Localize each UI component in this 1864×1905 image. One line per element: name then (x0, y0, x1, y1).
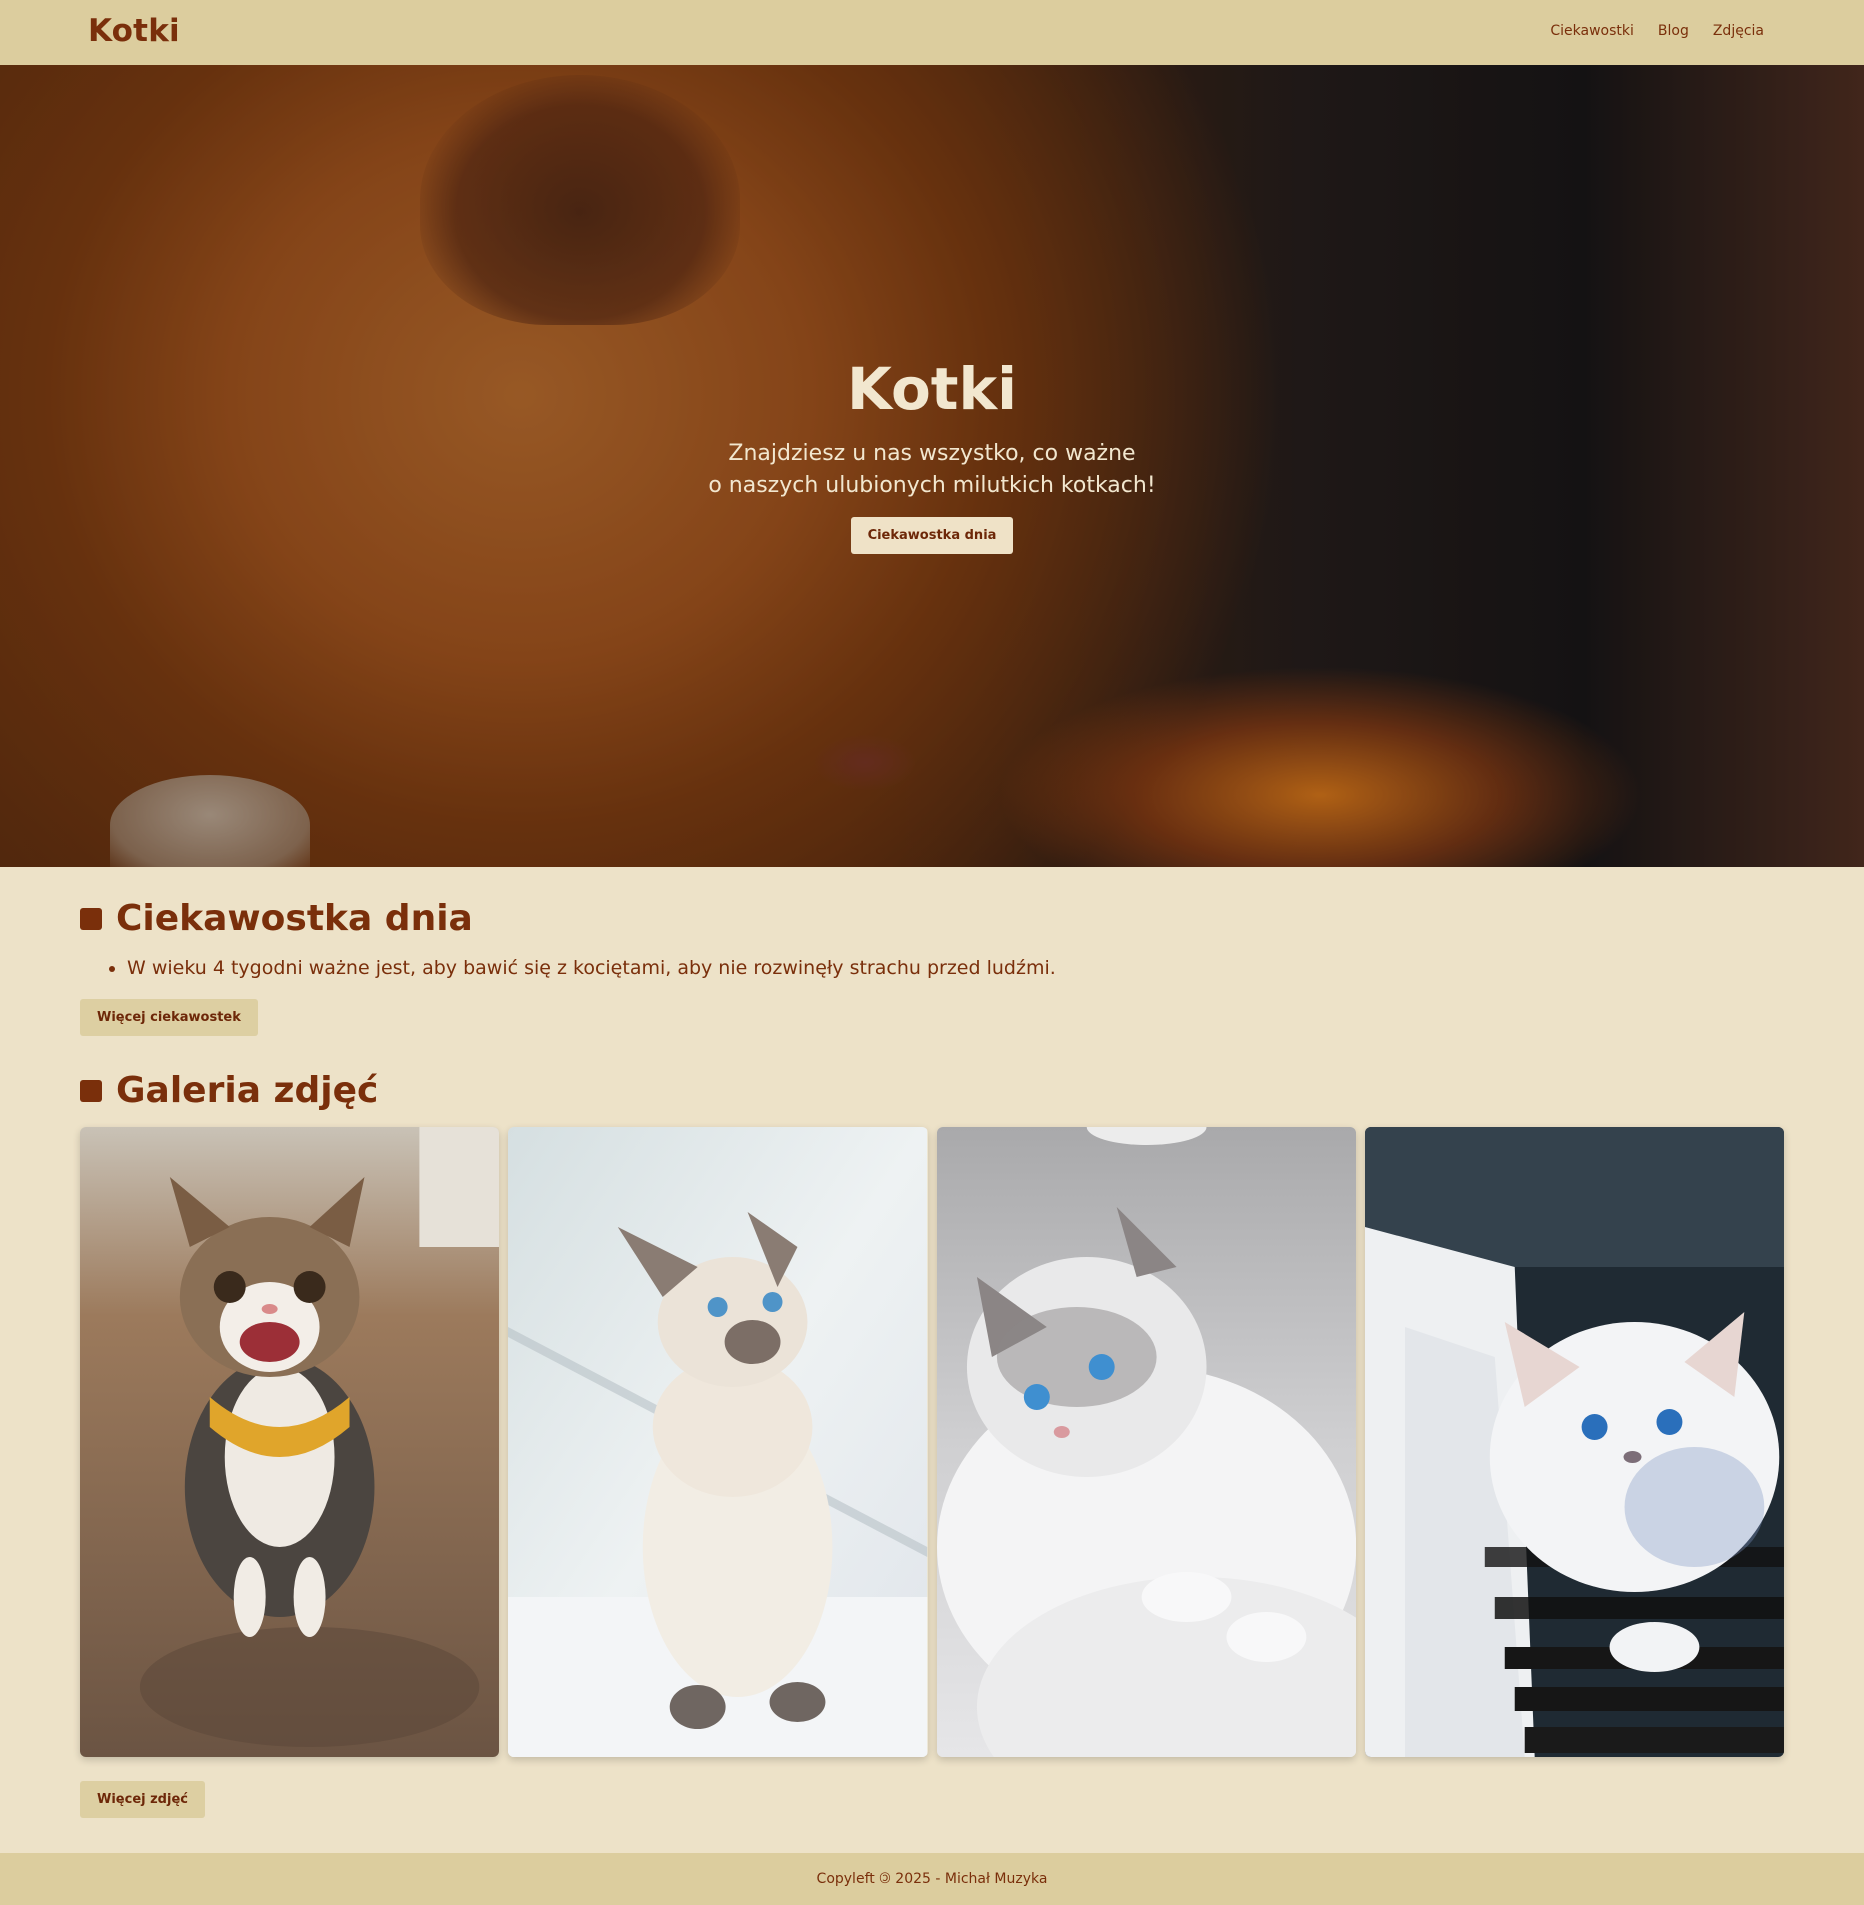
siamese-kitten-image (508, 1127, 928, 1757)
hero-title: Kotki (847, 355, 1017, 423)
gallery-photo-fluffy-cat[interactable] (936, 1127, 1356, 1757)
gallery-section-title: Galeria zdjęć (116, 1070, 379, 1111)
nav-link-blog[interactable]: Blog (1658, 23, 1689, 39)
nav-link-ciekawostki[interactable]: Ciekawostki (1550, 23, 1634, 39)
tabby-cat-image (80, 1127, 500, 1757)
section-square-icon (80, 1079, 102, 1102)
hero-subtitle-line-1: Znajdziesz u nas wszystko, co ważne (728, 441, 1136, 466)
gallery-photo-tabby-cat[interactable] (80, 1127, 500, 1757)
more-facts-button[interactable]: Więcej ciekawostek (80, 999, 258, 1036)
gallery-photo-piano-kitten[interactable] (1364, 1127, 1784, 1757)
fact-list: W wieku 4 tygodni ważne jest, aby bawić … (105, 957, 1056, 979)
hero-banner: Kotki Znajdziesz u nas wszystko, co ważn… (0, 65, 1864, 867)
main-navigation: Ciekawostki Blog Zdjęcia (1550, 23, 1764, 39)
more-photos-button[interactable]: Więcej zdjęć (80, 1781, 205, 1818)
photo-gallery (80, 1127, 1784, 1757)
fluffy-cat-image (936, 1127, 1356, 1757)
hero-content: Kotki Znajdziesz u nas wszystko, co ważn… (0, 360, 1864, 554)
fact-item: W wieku 4 tygodni ważne jest, aby bawić … (127, 957, 1056, 979)
top-navigation-bar: Kotki Ciekawostki Blog Zdjęcia (0, 0, 1864, 65)
fact-section-title: Ciekawostka dnia (116, 898, 473, 939)
nav-link-zdjecia[interactable]: Zdjęcia (1713, 23, 1764, 39)
section-square-icon (80, 907, 102, 930)
gallery-photo-siamese-kitten[interactable] (508, 1127, 928, 1757)
hero-subtitle: Znajdziesz u nas wszystko, co ważne o na… (0, 438, 1864, 502)
footer-copyleft-text: Copyleft 🄯 2025 - Michał Muzyka (816, 1871, 1048, 1887)
fact-of-the-day-button[interactable]: Ciekawostka dnia (850, 517, 1014, 554)
gallery-section-heading: Galeria zdjęć (80, 1070, 378, 1111)
brand-logo[interactable]: Kotki (88, 13, 180, 49)
fact-section-heading: Ciekawostka dnia (80, 898, 473, 939)
page-footer: Copyleft 🄯 2025 - Michał Muzyka (0, 1853, 1864, 1905)
piano-kitten-image (1364, 1127, 1784, 1757)
hero-subtitle-line-2: o naszych ulubionych milutkich kotkach! (708, 473, 1156, 498)
